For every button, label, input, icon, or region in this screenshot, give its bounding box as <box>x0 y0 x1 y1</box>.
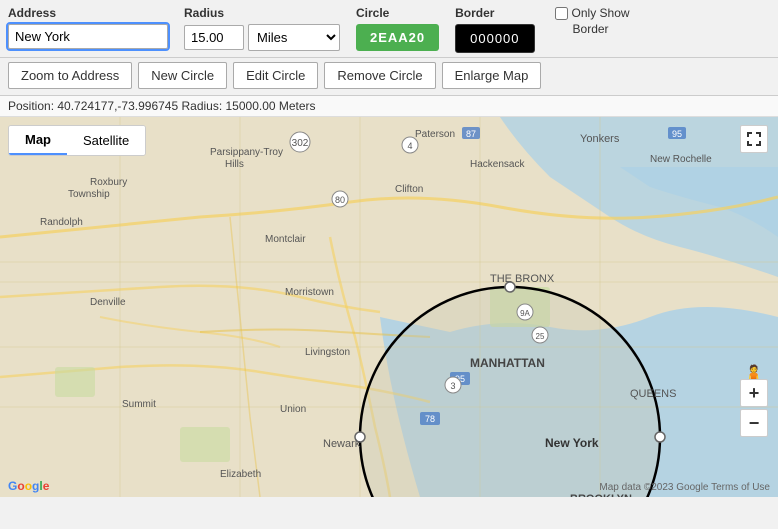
svg-text:Randolph: Randolph <box>40 217 83 228</box>
svg-text:New Rochelle: New Rochelle <box>650 154 712 165</box>
only-show-label: Only Show <box>572 6 630 20</box>
svg-text:Summit: Summit <box>122 399 156 410</box>
svg-text:3: 3 <box>450 381 455 391</box>
address-field-group: Address <box>8 6 168 49</box>
svg-text:BROOKLYN: BROOKLYN <box>570 493 632 497</box>
position-bar: Position: 40.724177,-73.996745 Radius: 1… <box>0 96 778 117</box>
svg-text:4: 4 <box>407 141 412 151</box>
svg-text:80: 80 <box>335 195 345 205</box>
svg-text:302: 302 <box>292 138 309 149</box>
svg-text:New York: New York <box>545 436 599 450</box>
svg-text:Township: Township <box>68 189 110 200</box>
svg-text:Parsippany-Troy: Parsippany-Troy <box>210 147 283 158</box>
svg-text:Newark: Newark <box>323 438 361 450</box>
circle-color-button[interactable]: 2EAA20 <box>356 24 439 51</box>
radius-field-group: Radius Miles Kilometers Meters <box>184 6 340 51</box>
svg-text:87: 87 <box>466 129 476 139</box>
svg-text:Union: Union <box>280 404 306 415</box>
radius-input[interactable] <box>184 25 244 50</box>
svg-text:Clifton: Clifton <box>395 184 423 195</box>
google-logo: Google <box>8 479 49 493</box>
zoom-controls: + − <box>740 379 768 437</box>
only-show-group: Only Show Border <box>555 6 630 36</box>
address-label: Address <box>8 6 168 20</box>
only-show-row: Only Show <box>555 6 630 20</box>
map-tab-map[interactable]: Map <box>9 126 67 155</box>
radius-unit-select[interactable]: Miles Kilometers Meters <box>248 24 340 51</box>
svg-text:78: 78 <box>425 414 435 424</box>
svg-text:Montclair: Montclair <box>265 234 306 245</box>
map-type-controls: Map Satellite <box>8 125 146 156</box>
svg-text:MANHATTAN: MANHATTAN <box>470 356 545 370</box>
radius-label: Radius <box>184 6 340 20</box>
edit-circle-button[interactable]: Edit Circle <box>233 62 318 89</box>
svg-text:9A: 9A <box>520 309 530 318</box>
svg-text:QUEENS: QUEENS <box>630 388 676 400</box>
map-container[interactable]: Yonkers New Rochelle Paterson Hackensack… <box>0 117 778 497</box>
zoom-out-button[interactable]: − <box>740 409 768 437</box>
radius-group: Miles Kilometers Meters <box>184 24 340 51</box>
map-attribution: Map data ©2023 Google Terms of Use <box>599 482 770 493</box>
address-input[interactable] <box>8 24 168 49</box>
svg-text:Paterson: Paterson <box>415 129 455 140</box>
fullscreen-button[interactable] <box>740 125 768 153</box>
only-show-sub-label: Border <box>573 22 609 36</box>
zoom-in-button[interactable]: + <box>740 379 768 407</box>
border-label: Border <box>455 6 534 20</box>
svg-text:95: 95 <box>672 129 682 139</box>
border-color-button[interactable]: 000000 <box>455 24 534 53</box>
svg-text:Elizabeth: Elizabeth <box>220 469 261 480</box>
svg-text:THE BRONX: THE BRONX <box>490 273 555 285</box>
map-background: Yonkers New Rochelle Paterson Hackensack… <box>0 117 778 497</box>
svg-text:Roxbury: Roxbury <box>90 177 127 188</box>
position-text: Position: 40.724177,-73.996745 Radius: 1… <box>8 99 316 113</box>
remove-circle-button[interactable]: Remove Circle <box>324 62 435 89</box>
svg-text:Hills: Hills <box>225 159 244 170</box>
action-bar: Zoom to Address New Circle Edit Circle R… <box>0 58 778 96</box>
svg-text:Denville: Denville <box>90 297 126 308</box>
border-field-group: Border 000000 <box>455 6 534 53</box>
new-circle-button[interactable]: New Circle <box>138 62 227 89</box>
enlarge-map-button[interactable]: Enlarge Map <box>442 62 542 89</box>
toolbar: Address Radius Miles Kilometers Meters C… <box>0 0 778 58</box>
svg-text:Yonkers: Yonkers <box>580 133 620 145</box>
circle-field-group: Circle 2EAA20 <box>356 6 439 51</box>
circle-label: Circle <box>356 6 439 20</box>
zoom-to-address-button[interactable]: Zoom to Address <box>8 62 132 89</box>
map-tab-satellite[interactable]: Satellite <box>67 126 145 155</box>
only-show-checkbox[interactable] <box>555 7 568 20</box>
svg-text:Livingston: Livingston <box>305 347 350 358</box>
svg-text:Hackensack: Hackensack <box>470 159 525 170</box>
svg-text:Morristown: Morristown <box>285 287 334 298</box>
svg-text:25: 25 <box>536 332 545 341</box>
